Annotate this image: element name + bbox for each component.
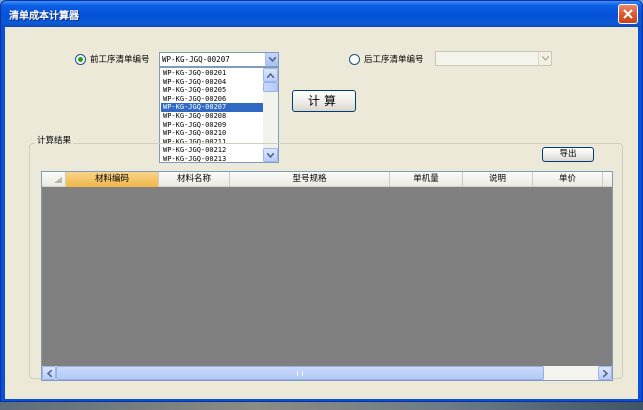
- export-button[interactable]: 导出: [542, 147, 594, 162]
- results-group-label: 计算结果: [35, 134, 74, 146]
- horizontal-scroll-thumb[interactable]: [56, 366, 544, 380]
- chevron-down-icon: [542, 56, 549, 61]
- back-process-option[interactable]: 后工序清单编号: [349, 53, 424, 65]
- grid-header: 材料编码 材料名称 型号规格 单机量 说明 单价: [42, 172, 612, 187]
- app-window: 清单成本计算器 前工序清单编号 WP-KG-JGQ-00207 WP-KG-JG…: [0, 0, 643, 402]
- results-grid[interactable]: 材料编码 材料名称 型号规格 单机量 说明 单价: [41, 171, 613, 381]
- dropdown-option[interactable]: WP-KG-JGQ-00206: [161, 95, 264, 104]
- dropdown-option[interactable]: WP-KG-JGQ-00205: [161, 86, 264, 95]
- arrow-left-icon: [47, 370, 52, 377]
- dropdown-option[interactable]: WP-KG-JGQ-00208: [161, 112, 264, 121]
- close-button[interactable]: [618, 4, 638, 24]
- close-icon: [623, 9, 633, 19]
- dropdown-option[interactable]: WP-KG-JGQ-00210: [161, 129, 264, 138]
- list-scroll-thumb[interactable]: [263, 82, 278, 92]
- back-process-label: 后工序清单编号: [364, 55, 424, 65]
- front-process-combo[interactable]: WP-KG-JGQ-00207: [159, 52, 279, 67]
- front-process-value: WP-KG-JGQ-00207: [162, 55, 230, 64]
- back-process-combo[interactable]: [435, 51, 552, 66]
- column-header-unit-quantity[interactable]: 单机量: [390, 172, 463, 187]
- dropdown-option[interactable]: WP-KG-JGQ-00201: [161, 69, 264, 78]
- column-header-material-code[interactable]: 材料编码: [66, 172, 159, 187]
- dropdown-option[interactable]: WP-KG-JGQ-00209: [161, 121, 264, 130]
- window-title: 清单成本计算器: [9, 11, 79, 22]
- front-process-radio[interactable]: [75, 53, 86, 65]
- title-bar[interactable]: 清单成本计算器: [1, 1, 642, 27]
- front-process-label: 前工序清单编号: [90, 55, 150, 65]
- chevron-down-icon: [269, 57, 276, 62]
- column-header-unit-price[interactable]: 单价: [533, 172, 603, 187]
- scroll-left-button[interactable]: [42, 366, 56, 380]
- front-process-dropdown-button[interactable]: [265, 53, 278, 66]
- select-all-corner[interactable]: [42, 172, 66, 187]
- column-header-material-name[interactable]: 材料名称: [159, 172, 230, 187]
- select-all-icon: [54, 177, 62, 183]
- front-process-option[interactable]: 前工序清单编号: [75, 53, 150, 65]
- grip-icon: [297, 371, 303, 376]
- arrow-up-icon: [267, 73, 274, 78]
- calculate-button[interactable]: 计算: [292, 90, 356, 112]
- back-process-radio[interactable]: [349, 53, 360, 65]
- scroll-up-button[interactable]: [263, 68, 278, 82]
- dropdown-option[interactable]: WP-KG-JGQ-00204: [161, 78, 264, 87]
- column-header-description[interactable]: 说明: [463, 172, 533, 187]
- client-area: 前工序清单编号 WP-KG-JGQ-00207 WP-KG-JGQ-00201 W…: [5, 27, 638, 399]
- column-header-spacer: [603, 172, 612, 187]
- dropdown-option[interactable]: WP-KG-JGQ-00207: [161, 103, 264, 112]
- scroll-right-button[interactable]: [598, 366, 612, 380]
- back-process-dropdown-button[interactable]: [538, 52, 551, 65]
- grid-horizontal-scrollbar[interactable]: [42, 366, 612, 380]
- arrow-right-icon: [603, 370, 608, 377]
- column-header-model-spec[interactable]: 型号规格: [230, 172, 390, 187]
